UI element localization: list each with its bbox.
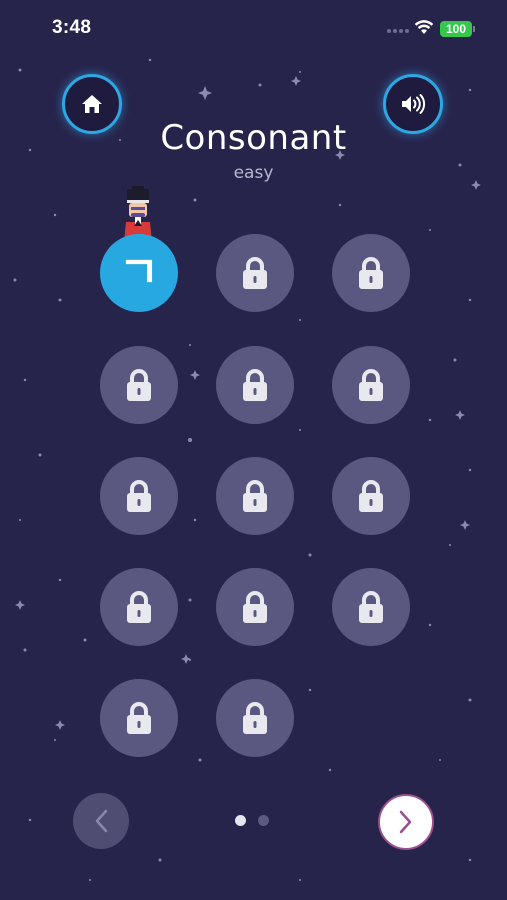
level-9-button[interactable] [332, 457, 410, 535]
previous-page-button[interactable] [73, 793, 129, 849]
status-time: 3:48 [52, 17, 92, 38]
next-page-button[interactable] [378, 794, 434, 850]
lock-icon [240, 368, 270, 402]
lock-icon [240, 479, 270, 513]
lock-icon [240, 256, 270, 290]
lock-icon [240, 701, 270, 735]
level-10-button[interactable] [100, 568, 178, 646]
page-title: Consonant [160, 118, 347, 158]
lock-icon [356, 256, 386, 290]
chevron-right-icon [399, 810, 412, 834]
level-select-screen: 3:48 100 Consonant easy ㄱ [0, 0, 507, 900]
level-14-button[interactable] [216, 679, 294, 757]
lock-icon [124, 590, 154, 624]
lock-icon [124, 701, 154, 735]
speaker-volume-icon [402, 94, 426, 114]
level-13-button[interactable] [100, 679, 178, 757]
page-indicator-2 [258, 815, 269, 826]
chevron-left-icon [95, 809, 108, 833]
status-bar: 3:48 100 [0, 0, 507, 60]
battery-indicator: 100 [440, 21, 472, 37]
difficulty-label: easy [233, 163, 274, 183]
lock-icon [124, 368, 154, 402]
cellular-signal-icon [387, 29, 409, 33]
wifi-icon [414, 20, 434, 34]
level-7-button[interactable] [100, 457, 178, 535]
level-6-button[interactable] [332, 346, 410, 424]
page-indicator-1-active [235, 815, 246, 826]
level-1-symbol: ㄱ [118, 247, 160, 298]
level-3-button[interactable] [332, 234, 410, 312]
level-1-button[interactable]: ㄱ [100, 234, 178, 312]
level-11-button[interactable] [216, 568, 294, 646]
home-icon [82, 95, 102, 113]
battery-tip [473, 26, 475, 32]
level-4-button[interactable] [100, 346, 178, 424]
level-8-button[interactable] [216, 457, 294, 535]
level-12-button[interactable] [332, 568, 410, 646]
lock-icon [356, 590, 386, 624]
level-5-button[interactable] [216, 346, 294, 424]
lock-icon [124, 479, 154, 513]
lock-icon [356, 368, 386, 402]
level-2-button[interactable] [216, 234, 294, 312]
lock-icon [356, 479, 386, 513]
lock-icon [240, 590, 270, 624]
